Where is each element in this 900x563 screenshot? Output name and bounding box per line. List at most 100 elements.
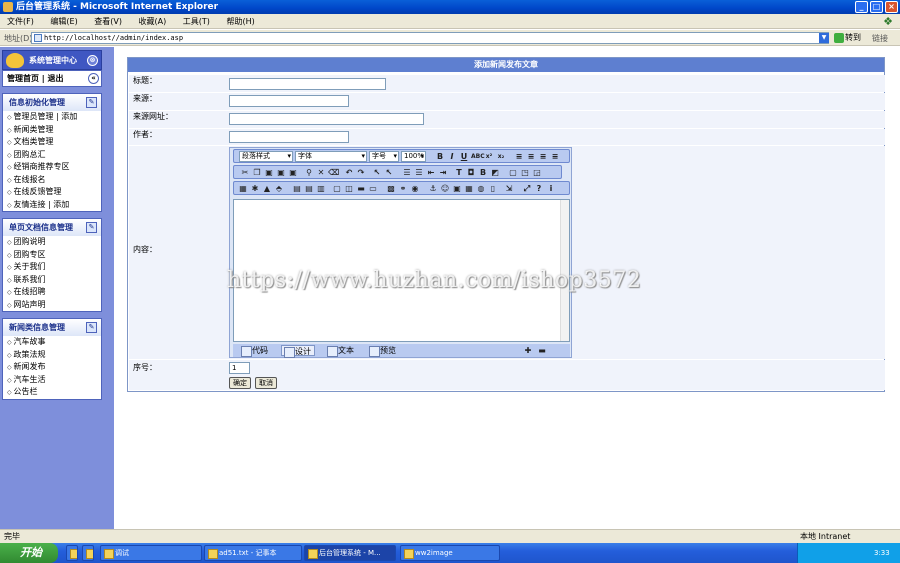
menu-edit[interactable]: 编辑(E) — [50, 17, 77, 26]
unordered-list-icon[interactable]: ☰ — [414, 168, 424, 177]
address-dropdown-icon[interactable]: ▼ — [819, 33, 829, 43]
font-size-select[interactable]: 字号 — [369, 151, 399, 162]
align-justify-icon[interactable]: ≡ — [550, 152, 560, 161]
file-icon[interactable]: ⬘ — [274, 184, 284, 193]
import-icon[interactable]: ⇲ — [504, 184, 514, 193]
source-url-input[interactable] — [229, 113, 424, 125]
zoom-select[interactable]: 100% — [401, 151, 426, 162]
source-input[interactable] — [229, 95, 349, 107]
flash-icon[interactable]: ✱ — [250, 184, 260, 193]
shrink-icon[interactable]: ▬ — [537, 346, 547, 355]
table-icon[interactable]: ▤ — [292, 184, 302, 193]
media-icon[interactable]: ▲ — [262, 184, 272, 193]
superscript-icon[interactable]: x² — [484, 152, 494, 161]
special-char-icon[interactable]: ▩ — [386, 184, 396, 193]
align-left-icon[interactable]: ≡ — [514, 152, 524, 161]
address-input[interactable]: http://localhost//admin/index.asp — [31, 32, 829, 44]
italic-icon[interactable]: I — [447, 152, 457, 161]
task-notepad[interactable]: ad51.txt - 记事本 — [204, 545, 302, 561]
cancel-button[interactable]: 取消 — [255, 377, 277, 389]
align-center-icon[interactable]: ≡ — [526, 152, 536, 161]
edit-icon[interactable]: ✎ — [86, 97, 97, 108]
chevron-left-icon[interactable]: « — [88, 73, 99, 84]
sidebar-item-notice[interactable]: 公告栏 — [3, 386, 101, 399]
cell-icon[interactable]: ▥ — [316, 184, 326, 193]
confirm-button[interactable]: 确定 — [229, 377, 251, 389]
sidebar-item-group-intro[interactable]: 团购说明 — [3, 236, 101, 249]
maximize-button[interactable]: □ — [870, 1, 883, 13]
date-icon[interactable]: ▢ — [332, 184, 342, 193]
sidebar-item-news-category[interactable]: 新闻类管理 — [3, 124, 101, 137]
quicklaunch-explorer-icon[interactable] — [82, 545, 94, 561]
outdent-icon[interactable]: ⇤ — [426, 168, 436, 177]
close-button[interactable]: × — [885, 1, 898, 13]
marquee-icon[interactable]: ▭ — [368, 184, 378, 193]
table-props-icon[interactable]: ▤ — [304, 184, 314, 193]
sidebar-item-group-zone[interactable]: 团购专区 — [3, 249, 101, 262]
order-input[interactable]: 1 — [229, 362, 250, 374]
menu-tools[interactable]: 工具(T) — [183, 17, 210, 26]
clock[interactable]: 3:33 — [874, 549, 890, 557]
sidebar-item-car-stories[interactable]: 汽车故事 — [3, 336, 101, 349]
link-icon[interactable]: ⚭ — [398, 184, 408, 193]
sidebar-item-group-buy[interactable]: 团购总汇 — [3, 149, 101, 162]
tab-text[interactable]: 文本 — [325, 345, 357, 357]
redo-icon[interactable]: ↷ — [356, 168, 366, 177]
underline-icon[interactable]: U — [459, 152, 469, 161]
sidebar-item-about[interactable]: 关于我们 — [3, 261, 101, 274]
menu-view[interactable]: 查看(V) — [94, 17, 122, 26]
sidebar-item-admin[interactable]: 管理员管理 | 添加 — [3, 111, 101, 124]
format-icon[interactable]: ◩ — [490, 168, 500, 177]
align-right-icon[interactable]: ≡ — [538, 152, 548, 161]
art-text-icon[interactable]: ▣ — [452, 184, 462, 193]
panel-header[interactable]: 信息初始化管理 ✎ — [3, 94, 101, 111]
minimize-button[interactable]: _ — [855, 1, 868, 13]
border-icon[interactable]: ▢ — [508, 168, 518, 177]
task-admin-browser[interactable]: 后台管理系统 - M... — [304, 545, 396, 561]
start-button[interactable]: 开始 — [0, 543, 58, 563]
bg-color-icon[interactable]: B — [478, 168, 488, 177]
sidebar-item-news-release[interactable]: 新闻发布 — [3, 361, 101, 374]
panel-header[interactable]: 单页文档信息管理 ✎ — [3, 219, 101, 236]
delete-icon[interactable]: ✕ — [316, 168, 326, 177]
task-ww2image[interactable]: ww2image — [400, 545, 500, 561]
title-input[interactable] — [229, 78, 386, 90]
collapse-icon[interactable]: ⊗ — [87, 55, 98, 66]
sidebar-item-car-life[interactable]: 汽车生活 — [3, 374, 101, 387]
eraser-icon[interactable]: ⌫ — [328, 168, 339, 177]
ordered-list-icon[interactable]: ☰ — [402, 168, 412, 177]
layer-icon[interactable]: ◲ — [532, 168, 542, 177]
bold-icon[interactable]: B — [435, 152, 445, 161]
help-icon[interactable]: ? — [534, 184, 544, 193]
paste-text-icon[interactable]: ▣ — [276, 168, 286, 177]
text-color-icon[interactable]: T — [454, 168, 464, 177]
form-icon[interactable]: ◫ — [344, 184, 354, 193]
about-icon[interactable]: i — [546, 184, 556, 193]
task-debug[interactable]: 调试 — [100, 545, 202, 561]
emoticon-icon[interactable]: ☺ — [440, 184, 450, 193]
fullscreen-icon[interactable]: ⤢ — [522, 184, 532, 193]
frame-icon[interactable]: ◳ — [520, 168, 530, 177]
sidebar-item-feedback[interactable]: 在线反馈管理 — [3, 186, 101, 199]
edit-icon[interactable]: ✎ — [86, 322, 97, 333]
sidebar-item-jobs[interactable]: 在线招聘 — [3, 286, 101, 299]
strikethrough-icon[interactable]: ABC — [471, 152, 485, 161]
edit-icon[interactable]: ✎ — [86, 222, 97, 233]
find-icon[interactable]: ⚲ — [304, 168, 314, 177]
quicklaunch-ie-icon[interactable] — [66, 545, 78, 561]
home-logout-link[interactable]: 管理首页 | 退出 — [7, 74, 64, 83]
sidebar-item-signup[interactable]: 在线报名 — [3, 174, 101, 187]
paste-icon[interactable]: ▣ — [264, 168, 274, 177]
paste-word-icon[interactable]: ▣ — [288, 168, 298, 177]
select-icon[interactable]: ↖ — [372, 168, 382, 177]
cut-icon[interactable]: ✂ — [240, 168, 250, 177]
tab-preview[interactable]: 预览 — [367, 345, 399, 357]
undo-icon[interactable]: ↶ — [344, 168, 354, 177]
font-select[interactable]: 字体 — [295, 151, 367, 162]
copy-icon[interactable]: ❐ — [252, 168, 262, 177]
tab-code[interactable]: 代码 — [239, 345, 271, 357]
links-label[interactable]: 链接 — [872, 33, 888, 44]
subscript-icon[interactable]: x₂ — [496, 152, 506, 161]
page-break-icon[interactable]: ▯ — [488, 184, 498, 193]
sidebar-nav[interactable]: 管理首页 | 退出 « — [2, 70, 102, 87]
